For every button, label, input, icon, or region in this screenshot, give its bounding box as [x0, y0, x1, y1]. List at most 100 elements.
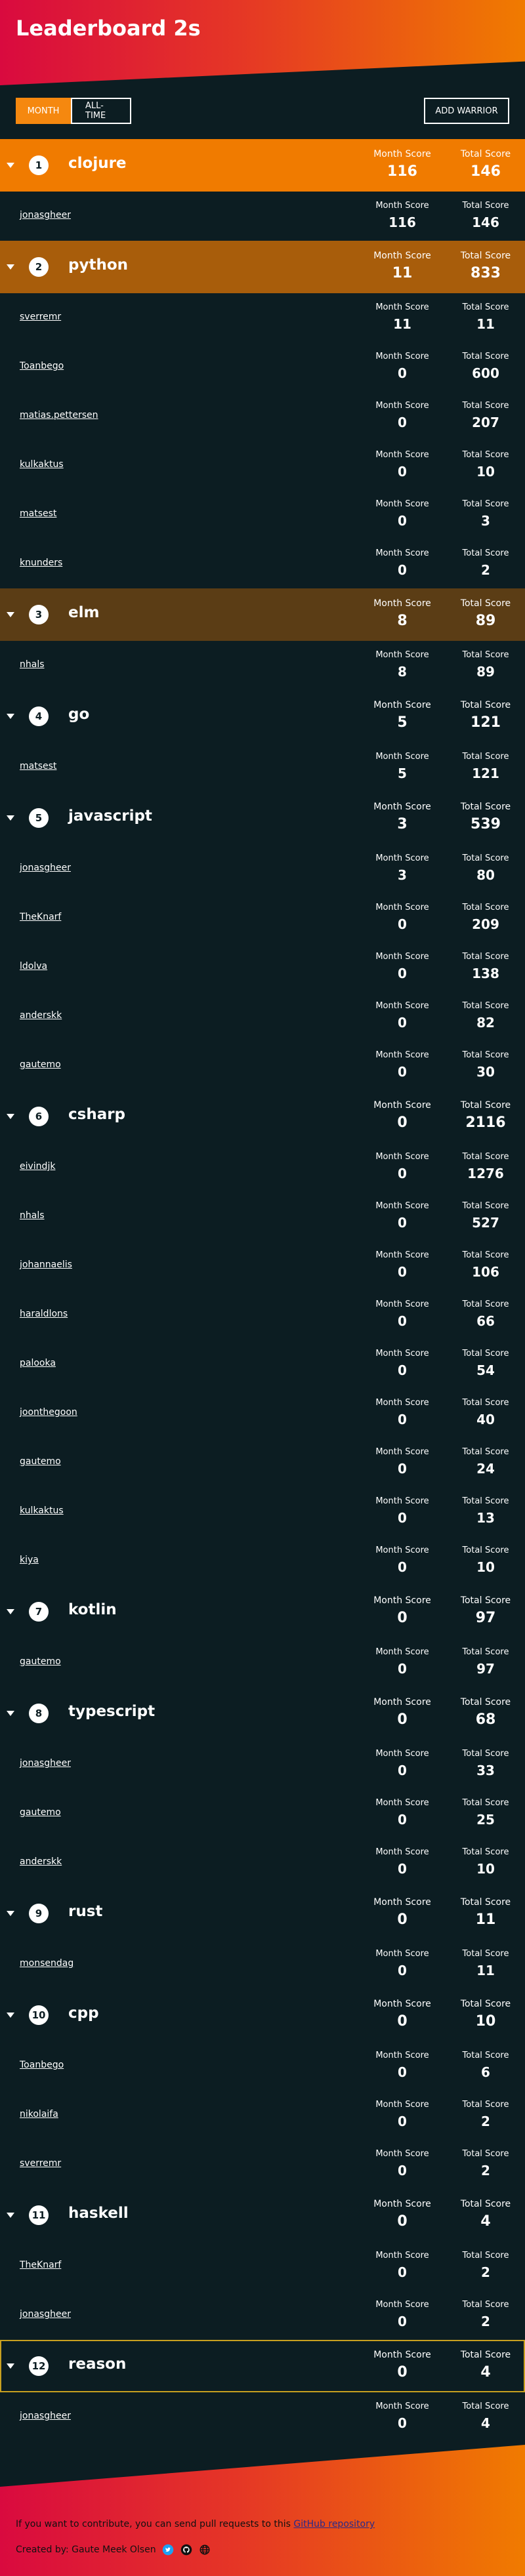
github-icon[interactable] [180, 2543, 193, 2556]
total-score-label: Total Score [460, 802, 511, 812]
user-link[interactable]: haraldlons [20, 1309, 68, 1319]
month-score-label: Month Score [375, 952, 429, 962]
month-score: Month Score 0 [363, 1897, 442, 1928]
user-link[interactable]: jonasgheer [20, 2309, 71, 2320]
user-row: monsendag Month Score 0 Total Score 11 [0, 1940, 525, 1989]
user-link[interactable]: sverremr [20, 312, 61, 322]
tab-month[interactable]: MONTH [16, 98, 71, 124]
total-score-label: Total Score [460, 700, 511, 710]
user-link[interactable]: kulkaktus [20, 1505, 64, 1516]
user-link[interactable]: jonasgheer [20, 1758, 71, 1768]
user-link[interactable]: Toanbego [20, 361, 64, 371]
tab-all-time[interactable]: ALL-TIME [71, 98, 131, 124]
month-score: Month Score 0 [363, 903, 442, 932]
caret-down-icon[interactable] [7, 264, 14, 270]
user-link[interactable]: TheKnarf [20, 2260, 61, 2270]
total-score: Total Score 1276 [446, 1152, 525, 1181]
total-score-value: 600 [472, 365, 499, 381]
caret-down-icon[interactable] [7, 1911, 14, 1916]
language-row-go[interactable]: 4 go Month Score 5 Total Score 121 [0, 690, 525, 743]
add-warrior-button[interactable]: ADD WARRIOR [424, 98, 509, 124]
user-link[interactable]: matias.pettersen [20, 410, 98, 420]
rank-badge: 11 [29, 2205, 49, 2225]
language-row-csharp[interactable]: 6 csharp Month Score 0 Total Score 2116 [0, 1090, 525, 1143]
user-link[interactable]: joonthegoon [20, 1407, 77, 1418]
total-score-label: Total Score [462, 2149, 509, 2159]
caret-down-icon[interactable] [7, 612, 14, 617]
month-score: Month Score 0 [363, 1697, 442, 1728]
language-row-haskell[interactable]: 11 haskell Month Score 0 Total Score 4 [0, 2189, 525, 2241]
caret-down-icon[interactable] [7, 1711, 14, 1716]
user-link[interactable]: matsest [20, 761, 56, 771]
user-link[interactable]: gautemo [20, 1456, 61, 1467]
caret-down-icon[interactable] [7, 1114, 14, 1119]
total-score-label: Total Score [462, 1299, 509, 1309]
total-score-value: 33 [476, 1763, 495, 1778]
month-score-value: 0 [398, 513, 407, 529]
user-link[interactable]: palooka [20, 1358, 56, 1368]
user-link[interactable]: nhals [20, 659, 45, 670]
user-link[interactable]: sverremr [20, 2158, 61, 2169]
language-row-javascript[interactable]: 5 javascript Month Score 3 Total Score 539 [0, 792, 525, 844]
globe-icon[interactable] [198, 2543, 211, 2556]
rank-badge: 10 [29, 2005, 49, 2025]
caret-down-icon[interactable] [7, 1609, 14, 1614]
language-row-cpp[interactable]: 10 cpp Month Score 0 Total Score 10 [0, 1989, 525, 2041]
caret-down-icon[interactable] [7, 2363, 14, 2369]
user-link[interactable]: jonasgheer [20, 863, 71, 873]
user-link[interactable]: kiya [20, 1555, 39, 1565]
rank-badge: 12 [29, 2356, 49, 2376]
month-score: Month Score 0 [363, 1647, 442, 1677]
total-score-label: Total Score [462, 450, 509, 460]
user-link[interactable]: kulkaktus [20, 459, 64, 470]
user-link[interactable]: eivindjk [20, 1161, 55, 1172]
language-row-rust[interactable]: 9 rust Month Score 0 Total Score 11 [0, 1887, 525, 1940]
user-link[interactable]: ldolva [20, 961, 47, 971]
user-link[interactable]: johannaelis [20, 1259, 72, 1270]
user-link[interactable]: knunders [20, 558, 62, 568]
user-link[interactable]: gautemo [20, 1807, 61, 1818]
user-row: kulkaktus Month Score 0 Total Score 10 [0, 441, 525, 490]
user-link[interactable]: nikolaifa [20, 2109, 58, 2119]
header-banner: Leaderboard 2s [0, 0, 525, 85]
user-link[interactable]: matsest [20, 508, 56, 519]
user-link[interactable]: gautemo [20, 1656, 61, 1667]
month-score: Month Score 0 [363, 2051, 442, 2080]
user-link[interactable]: anderskk [20, 1856, 62, 1867]
total-score-label: Total Score [462, 1798, 509, 1808]
caret-down-icon[interactable] [7, 163, 14, 168]
month-score-value: 0 [397, 1912, 408, 1928]
month-score-label: Month Score [375, 1349, 429, 1359]
caret-down-icon[interactable] [7, 2013, 14, 2018]
user-link[interactable]: monsendag [20, 1958, 74, 1969]
language-row-kotlin[interactable]: 7 kotlin Month Score 0 Total Score 97 [0, 1585, 525, 1638]
caret-down-icon[interactable] [7, 2213, 14, 2218]
user-row: anderskk Month Score 0 Total Score 10 [0, 1838, 525, 1887]
user-link[interactable]: gautemo [20, 1059, 61, 1070]
caret-down-icon[interactable] [7, 815, 14, 821]
language-name: haskell [68, 2205, 129, 2222]
total-score-label: Total Score [462, 201, 509, 211]
twitter-icon[interactable] [161, 2543, 175, 2556]
month-score-value: 0 [397, 2013, 408, 2030]
contribute-text: If you want to contribute, you can send … [16, 2519, 375, 2529]
language-row-reason[interactable]: 12 reason Month Score 0 Total Score 4 [0, 2340, 525, 2392]
caret-down-icon[interactable] [7, 714, 14, 719]
user-row: jonasgheer Month Score 0 Total Score 33 [0, 1740, 525, 1789]
month-score-value: 0 [398, 2114, 407, 2129]
github-repo-link[interactable]: GitHub repository [293, 2519, 375, 2529]
user-link[interactable]: anderskk [20, 1010, 62, 1021]
language-row-typescript[interactable]: 8 typescript Month Score 0 Total Score 68 [0, 1687, 525, 1740]
language-row-elm[interactable]: 3 elm Month Score 8 Total Score 89 [0, 588, 525, 641]
month-score: Month Score 0 [363, 2402, 442, 2431]
user-link[interactable]: Toanbego [20, 2060, 64, 2070]
total-score-value: 24 [476, 1461, 495, 1477]
user-link[interactable]: jonasgheer [20, 210, 71, 220]
user-link[interactable]: TheKnarf [20, 912, 61, 922]
language-row-python[interactable]: 2 python Month Score 11 Total Score 833 [0, 241, 525, 293]
language-row-clojure[interactable]: 1 clojure Month Score 116 Total Score 146 [0, 139, 525, 192]
user-link[interactable]: jonasgheer [20, 2411, 71, 2421]
user-link[interactable]: nhals [20, 1210, 45, 1221]
month-score-label: Month Score [373, 149, 431, 159]
rank-badge: 3 [29, 605, 49, 624]
